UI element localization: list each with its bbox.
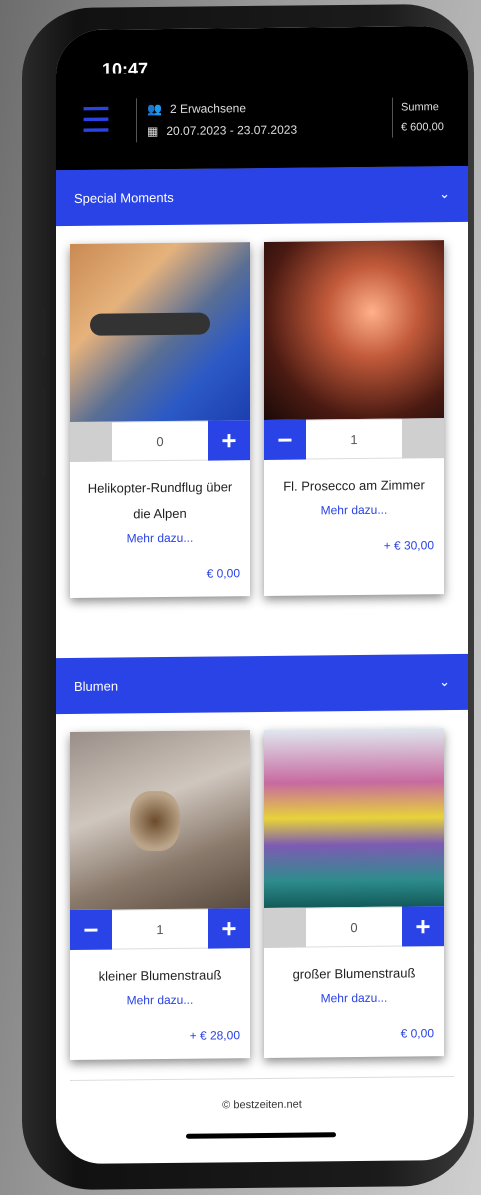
product-price: + € 28,00	[189, 1028, 240, 1043]
product-title: Fl. Prosecco am Zimmer	[283, 477, 425, 494]
product-price: + € 30,00	[383, 538, 434, 553]
product-card: 0 + Helikopter-Rundflug über die Alpen M…	[70, 242, 250, 599]
plus-button[interactable]: +	[208, 420, 250, 461]
product-title: großer Blumenstrauß	[292, 965, 416, 982]
quantity-stepper: 0 +	[264, 906, 444, 948]
app-screen: 10:47 ▂▄▆ ◉ ▮ ☰ 👥2 Erwachsene ▦20.07.202…	[56, 25, 468, 1165]
more-link[interactable]: Mehr dazu...	[274, 502, 434, 518]
section-title: Special Moments	[74, 189, 174, 206]
plus-button[interactable]	[402, 418, 444, 459]
guests-icon: 👥	[147, 102, 162, 117]
more-link[interactable]: Mehr dazu...	[80, 992, 240, 1008]
more-link[interactable]: Mehr dazu...	[80, 530, 240, 546]
product-image	[264, 240, 444, 420]
product-image	[70, 242, 250, 423]
section-cards: − 1 + kleiner Blumenstrauß Mehr dazu... …	[56, 710, 468, 1080]
quantity-stepper: − 1	[264, 418, 444, 460]
section-title: Blumen	[74, 678, 119, 694]
flower-graphic	[130, 790, 180, 852]
sum-value: € 600,00	[401, 121, 444, 134]
calendar-icon: ▦	[147, 124, 159, 139]
product-title: Helikopter-Rundflug über die Alpen	[87, 479, 233, 522]
section-header-blumen[interactable]: Blumen ⌄	[56, 653, 468, 715]
product-image	[70, 730, 250, 911]
side-button	[38, 308, 46, 359]
quantity-value: 0	[306, 906, 402, 948]
menu-icon[interactable]: ☰	[56, 100, 136, 141]
minus-button[interactable]	[264, 907, 306, 948]
sum-box: Summe € 600,00	[392, 96, 468, 138]
helicopter-graphic	[90, 312, 210, 336]
product-title: kleiner Blumenstrauß	[98, 967, 222, 984]
quantity-value: 1	[306, 418, 402, 460]
dates-text: 20.07.2023 - 23.07.2023	[166, 122, 298, 139]
product-price: € 0,00	[206, 566, 240, 581]
minus-button[interactable]: −	[70, 909, 112, 951]
product-price: € 0,00	[400, 1026, 434, 1041]
app-header: ☰ 👥 2 Erwachsene ▦ 20.07.2023 - 23.07.2023…	[56, 69, 468, 171]
quantity-value: 0	[112, 420, 208, 462]
more-link[interactable]: Mehr dazu...	[274, 990, 434, 1006]
footer-text[interactable]: © bestzeiten.net	[56, 1077, 468, 1113]
product-card: 0 + großer Blumenstrauß Mehr dazu... € 0…	[264, 728, 444, 1058]
section-cards: 0 + Helikopter-Rundflug über die Alpen M…	[56, 222, 468, 618]
chevron-down-icon[interactable]: ⌄	[439, 674, 450, 690]
booking-info[interactable]: 👥 2 Erwachsene ▦ 20.07.2023 - 23.07.2023	[136, 95, 392, 143]
quantity-stepper: 0 +	[70, 420, 250, 463]
plus-button[interactable]: +	[208, 908, 250, 949]
minus-button[interactable]: −	[264, 419, 306, 460]
guests-text: 2 Erwachsene	[169, 101, 246, 116]
sum-label: Summe	[401, 101, 439, 114]
product-card: − 1 Fl. Prosecco am Zimmer Mehr dazu... …	[264, 240, 444, 596]
quantity-stepper: − 1 +	[70, 908, 250, 951]
minus-button[interactable]	[70, 421, 112, 463]
chevron-down-icon[interactable]: ⌄	[439, 186, 450, 202]
product-image	[264, 728, 444, 908]
volume-button	[38, 388, 46, 479]
product-card: − 1 + kleiner Blumenstrauß Mehr dazu... …	[70, 730, 250, 1061]
plus-button[interactable]: +	[402, 906, 444, 947]
section-header-special-moments[interactable]: Special Moments ⌄	[56, 165, 468, 227]
home-indicator[interactable]	[186, 1132, 336, 1139]
quantity-value: 1	[112, 908, 208, 950]
